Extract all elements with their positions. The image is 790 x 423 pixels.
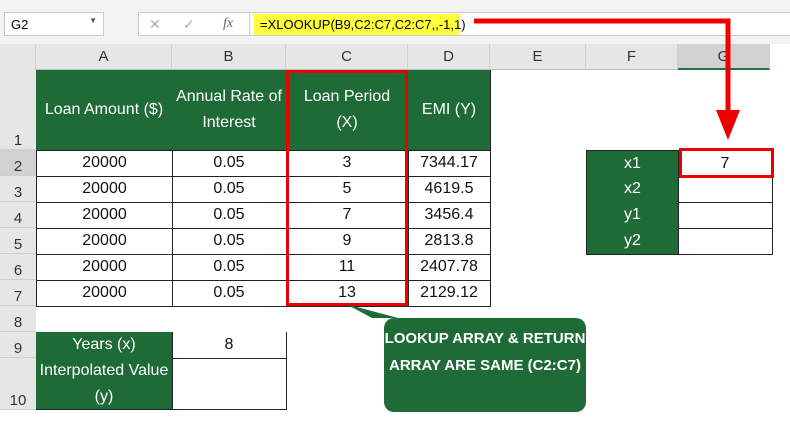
callout-pointer: [346, 304, 398, 318]
arrow-line: [474, 18, 731, 118]
arrow-head-icon: [716, 110, 740, 140]
callout-note: LOOKUP ARRAY & RETURN ARRAY ARE SAME (C2…: [384, 318, 586, 412]
